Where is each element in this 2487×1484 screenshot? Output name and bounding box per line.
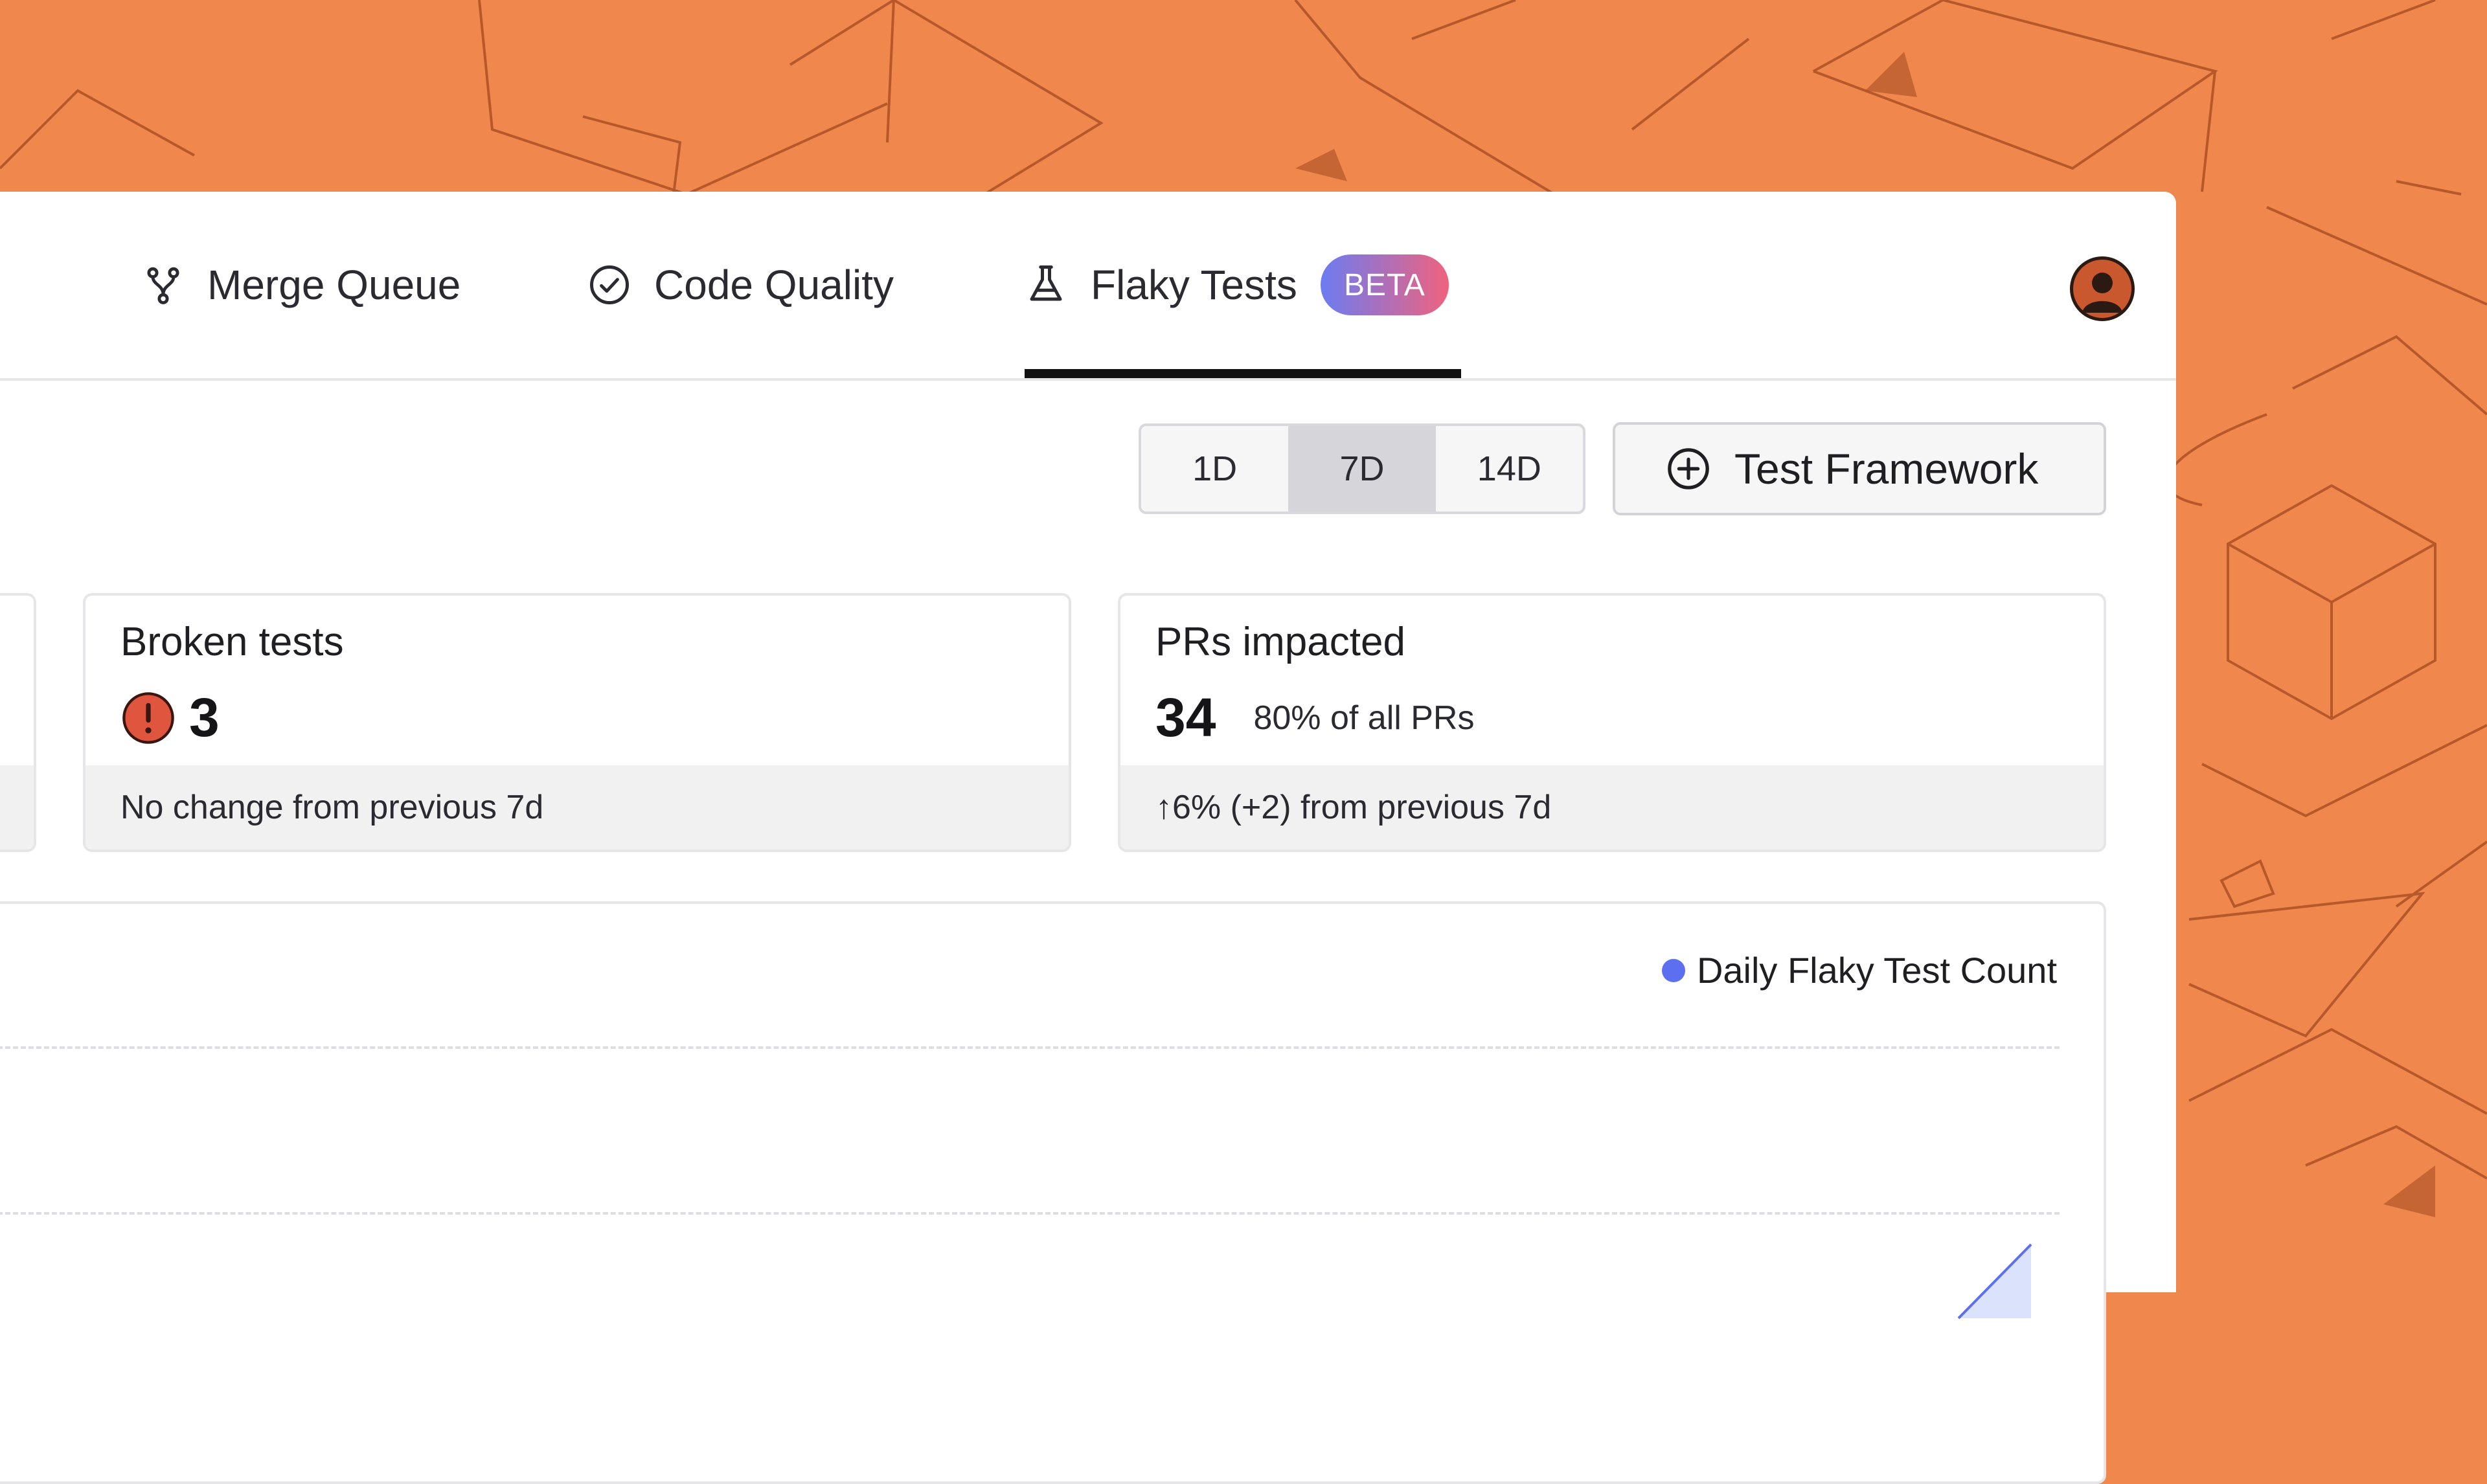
prs-impacted-count: 34: [1155, 687, 1216, 748]
tab-label: Merge Queue: [207, 262, 461, 308]
card-footer: No change from previous 7d: [85, 765, 1069, 849]
tab-label: Flaky Tests: [1091, 262, 1297, 308]
check-circle-icon: [590, 265, 629, 304]
plus-circle-icon: [1668, 448, 1709, 489]
prs-impacted-card: PRs impacted 34 80% of all PRs ↑6% (+2) …: [1118, 593, 2106, 852]
tab-insights[interactable]: s: [0, 192, 1, 378]
card-value-row: 3: [120, 686, 220, 749]
beta-badge: BETA: [1320, 254, 1449, 315]
main-panel: s Merge Queue Code Quality Flaky Tests B…: [0, 192, 2176, 1484]
add-test-framework-button[interactable]: Test Framework: [1613, 422, 2106, 515]
card-footer: ↑6% (+2) from previous 7d: [1120, 765, 2104, 849]
card-title: Broken tests: [120, 620, 344, 664]
metric-card-partial: [0, 593, 36, 852]
merge-icon: [147, 267, 179, 304]
active-tab-indicator: [1025, 369, 1461, 378]
flaky-test-chart: Daily Flaky Test Count: [0, 901, 2106, 1484]
avatar[interactable]: [2070, 256, 2135, 321]
card-footer: [0, 765, 34, 849]
tab-merge-queue[interactable]: Merge Queue: [142, 192, 460, 378]
chart-area: [1957, 1243, 2032, 1320]
top-navigation: s Merge Queue Code Quality Flaky Tests B…: [0, 192, 2176, 381]
error-icon: [122, 691, 174, 744]
button-label: Test Framework: [1734, 445, 2039, 493]
tab-label: Code Quality: [654, 262, 894, 308]
card-title: PRs impacted: [1155, 620, 1405, 664]
tab-label: s: [0, 261, 1, 309]
time-range-selector: 1D 7D 14D: [1139, 423, 1585, 514]
flask-icon: [1030, 265, 1062, 301]
tab-flaky-tests[interactable]: Flaky Tests BETA: [1025, 192, 1449, 378]
broken-tests-count: 3: [189, 687, 220, 748]
range-option-7d[interactable]: 7D: [1288, 426, 1436, 512]
prs-impacted-share: 80% of all PRs: [1253, 699, 1475, 737]
range-option-14d[interactable]: 14D: [1436, 426, 1583, 512]
user-icon: [2082, 273, 2122, 313]
tab-code-quality[interactable]: Code Quality: [588, 192, 894, 378]
card-value-row: 34 80% of all PRs: [1155, 686, 1474, 749]
broken-tests-card: Broken tests 3 No change from previous 7…: [83, 593, 1071, 852]
range-option-1d[interactable]: 1D: [1141, 426, 1288, 512]
